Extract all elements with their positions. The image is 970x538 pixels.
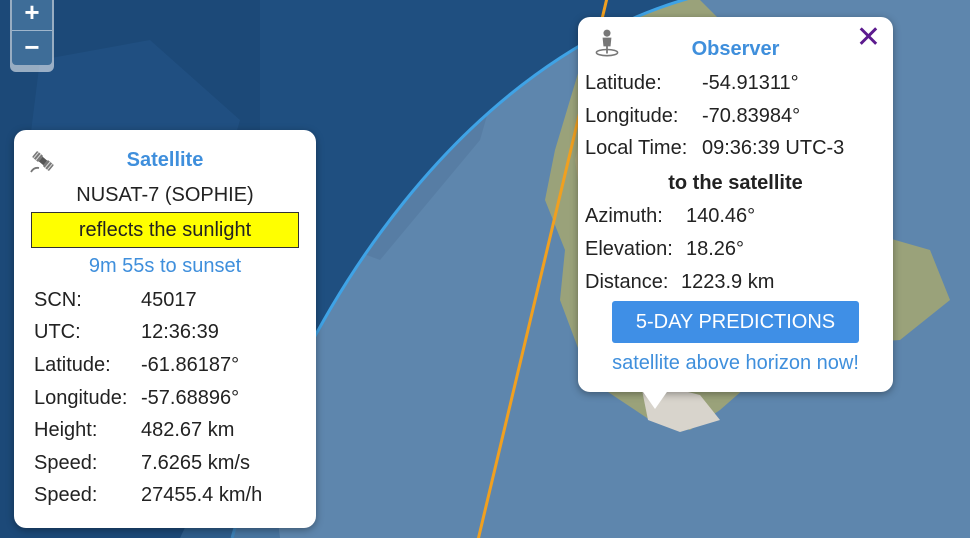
row-value: 09:36:39 UTC-3	[702, 137, 845, 159]
five-day-predictions-button[interactable]: 5-DAY PREDICTIONS	[612, 301, 859, 343]
row-label: Speed:	[34, 451, 98, 474]
table-row: SCN: 45017	[34, 284, 262, 317]
table-row: Height: 482.67 km	[34, 414, 262, 447]
observer-local-time: Local Time: 09:36:39 UTC-3	[585, 137, 844, 160]
satellite-popup-title: Satellite	[126, 149, 204, 171]
observer-azimuth: Azimuth: 140.46°	[585, 205, 755, 228]
satellite-relative-heading: to the satellite	[668, 172, 803, 194]
row-label: Distance:	[585, 271, 669, 293]
row-value: 482.67 km	[141, 419, 235, 442]
sunlight-status-badge: reflects the sunlight	[31, 212, 299, 248]
observer-distance: Distance: 1223.9 km	[585, 271, 774, 294]
row-label: Longitude:	[34, 386, 128, 409]
zoom-in-button[interactable]: +	[12, 0, 52, 31]
zoom-out-button[interactable]: −	[12, 31, 52, 65]
row-label: UTC:	[34, 321, 81, 344]
observer-elevation: Elevation: 18.26°	[585, 238, 744, 261]
row-label: Longitude:	[585, 105, 679, 127]
table-row: Latitude: -61.86187°	[34, 349, 262, 382]
popup-tail	[641, 389, 669, 409]
row-value: 7.6265 km/s	[141, 451, 250, 474]
row-value: 1223.9 km	[681, 271, 775, 293]
row-value: 27455.4 km/h	[141, 484, 263, 507]
row-value: -57.68896°	[141, 386, 240, 409]
table-row: Longitude: -57.68896°	[34, 382, 262, 415]
sunset-countdown: 9m 55s to sunset	[88, 255, 242, 277]
table-row: Speed: 7.6265 km/s	[34, 447, 262, 480]
row-label: Latitude:	[585, 72, 662, 94]
row-label: Speed:	[34, 484, 98, 507]
satellite-visibility-status[interactable]: satellite above horizon now!	[578, 352, 893, 375]
satellite-name: NUSAT-7 (SOPHIE)	[76, 184, 254, 206]
zoom-control: + −	[10, 0, 54, 72]
row-label: SCN:	[34, 288, 82, 311]
row-label: Latitude:	[34, 353, 111, 376]
row-value: 140.46°	[686, 205, 756, 227]
close-icon[interactable]: ✕	[856, 23, 881, 53]
row-label: Elevation:	[585, 238, 673, 260]
observer-popup-title: Observer	[691, 38, 780, 60]
satellite-info-table: SCN: 45017 UTC: 12:36:39 Latitude: -61.8…	[34, 284, 262, 512]
map-view[interactable]: + − Satellite NUSAT-7 (SOPHIE) reflects …	[0, 0, 970, 538]
observer-latitude: Latitude: -54.91311°	[585, 72, 799, 95]
row-label: Azimuth:	[585, 205, 663, 227]
observer-longitude: Longitude: -70.83984°	[585, 105, 800, 128]
row-label: Height:	[34, 419, 98, 442]
row-value: 18.26°	[686, 238, 745, 260]
row-label: Local Time:	[585, 137, 688, 159]
row-value: 12:36:39	[141, 321, 219, 344]
table-row: UTC: 12:36:39	[34, 317, 262, 350]
observer-pin-icon	[595, 29, 619, 57]
row-value: -61.86187°	[141, 353, 240, 376]
observer-popup: Observer ✕ Latitude: -54.91311° Longitude…	[578, 17, 893, 409]
row-value: -70.83984°	[702, 105, 801, 127]
table-row: Speed: 27455.4 km/h	[34, 480, 262, 513]
row-value: 45017	[141, 288, 197, 311]
row-value: -54.91311°	[702, 72, 799, 94]
satellite-popup: Satellite NUSAT-7 (SOPHIE) reflects the …	[14, 130, 316, 528]
